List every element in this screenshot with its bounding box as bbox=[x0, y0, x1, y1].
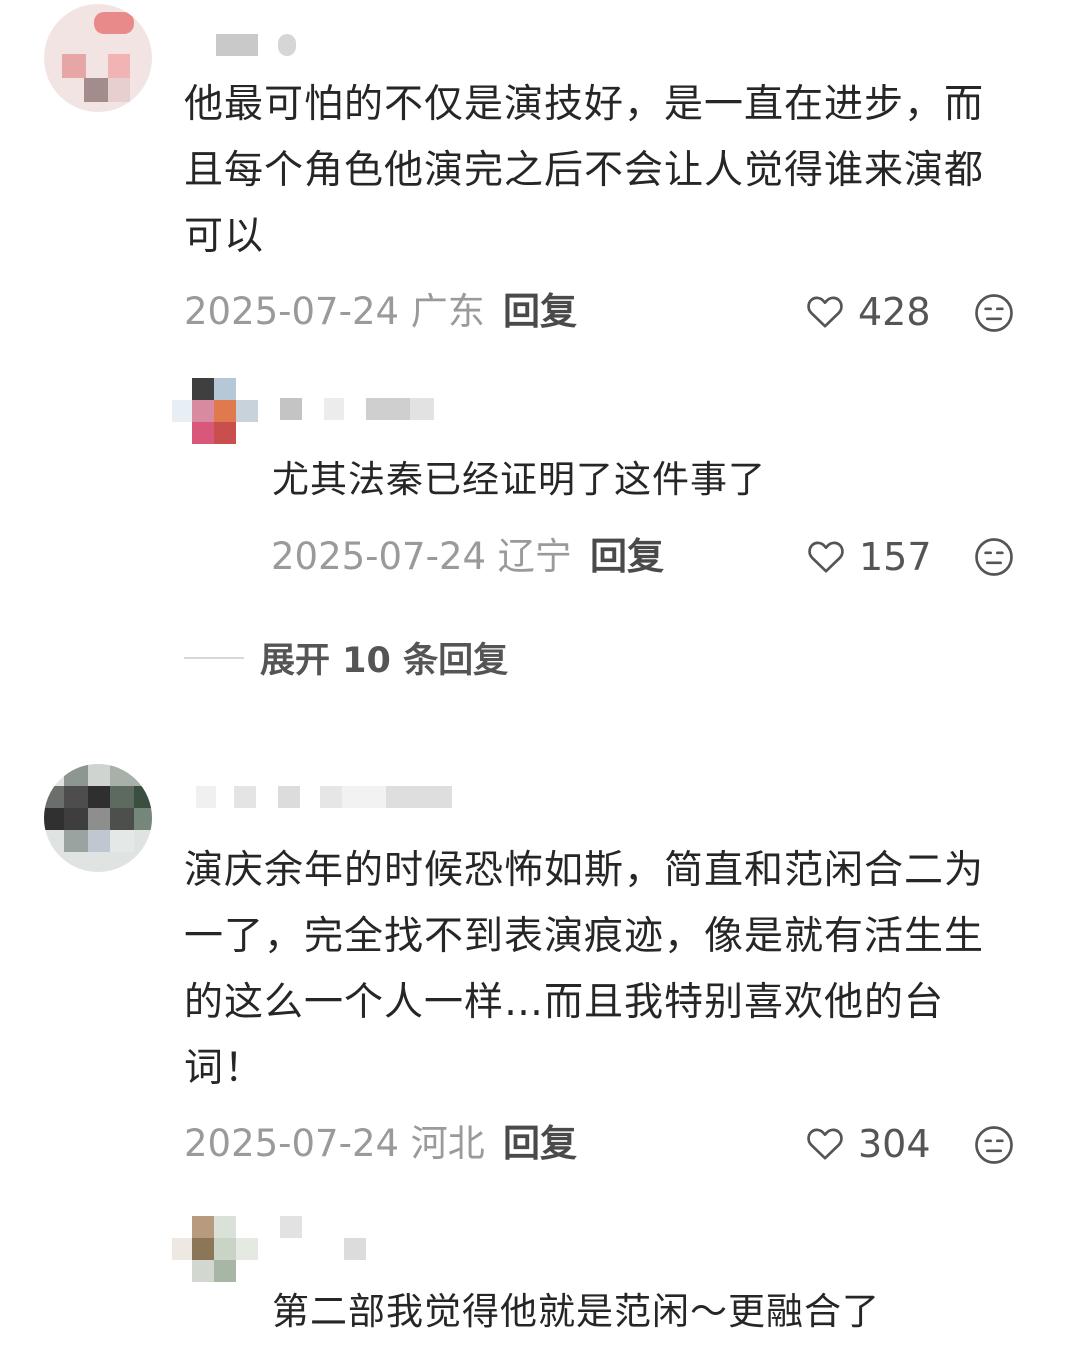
comment-location: 河北 bbox=[410, 1122, 485, 1165]
comment-text: 演庆余年的时候恐怖如斯，简直和范闲合二为 一了，完全找不到表演痕迹，像是就有活生… bbox=[184, 838, 984, 1102]
reply-avatar[interactable] bbox=[172, 1216, 258, 1282]
reply-username[interactable] bbox=[280, 1216, 302, 1238]
comment-location: 广东 bbox=[410, 290, 485, 333]
avatar[interactable] bbox=[44, 764, 152, 872]
meh-face-icon[interactable] bbox=[974, 293, 1014, 333]
reply-username[interactable] bbox=[280, 398, 434, 420]
reply-avatar[interactable] bbox=[172, 378, 258, 444]
expand-replies-button[interactable]: 展开 10 条回复 bbox=[184, 632, 508, 683]
comment-text-line: 词！ bbox=[184, 1046, 265, 1091]
meh-face-icon[interactable] bbox=[974, 537, 1014, 577]
like-button[interactable]: 157 bbox=[805, 535, 932, 579]
reply-meta: 2025-07-24 辽宁 bbox=[271, 535, 572, 579]
expand-replies-label: 展开 10 条回复 bbox=[260, 641, 509, 681]
like-count: 304 bbox=[858, 1122, 931, 1166]
heart-outline-icon bbox=[808, 541, 844, 573]
divider bbox=[184, 656, 244, 659]
reply-button[interactable]: 回复 bbox=[503, 290, 577, 334]
reply-text: 尤其法秦已经证明了这件事了 bbox=[272, 458, 766, 501]
like-count: 428 bbox=[858, 290, 931, 334]
comment-date: 2025-07-24 bbox=[184, 290, 400, 333]
comment-text-line: 一了，完全找不到表演痕迹，像是就有活生生 bbox=[184, 914, 985, 959]
like-button[interactable]: 304 bbox=[804, 1122, 931, 1166]
reply-text: 第二部我觉得他就是范闲～更融合了 bbox=[272, 1290, 880, 1333]
comment-text-line: 可以 bbox=[184, 214, 265, 259]
comment-text: 他最可怕的不仅是演技好，是一直在进步，而 且每个角色他演完之后不会让人觉得谁来演… bbox=[184, 72, 984, 270]
comment-text-line: 且每个角色他演完之后不会让人觉得谁来演都 bbox=[184, 148, 985, 193]
comment-text-line: 演庆余年的时候恐怖如斯，简直和范闲合二为 bbox=[184, 848, 985, 893]
avatar[interactable] bbox=[44, 4, 152, 112]
comment-meta: 2025-07-24 河北 bbox=[184, 1122, 485, 1166]
username[interactable] bbox=[216, 34, 296, 56]
username[interactable] bbox=[196, 786, 452, 808]
reply-location: 辽宁 bbox=[497, 535, 572, 578]
reply-button[interactable]: 回复 bbox=[590, 535, 664, 579]
heart-outline-icon bbox=[807, 1128, 843, 1160]
meh-face-icon[interactable] bbox=[974, 1125, 1014, 1165]
like-count: 157 bbox=[859, 535, 932, 579]
comment-meta: 2025-07-24 广东 bbox=[184, 290, 485, 334]
reply-button[interactable]: 回复 bbox=[503, 1122, 577, 1166]
heart-outline-icon bbox=[807, 296, 843, 328]
comment-date: 2025-07-24 bbox=[184, 1122, 400, 1165]
comment-text-line: 他最可怕的不仅是演技好，是一直在进步，而 bbox=[184, 82, 985, 127]
like-button[interactable]: 428 bbox=[804, 290, 931, 334]
comment-text-line: 的这么一个人一样…而且我特别喜欢他的台 bbox=[184, 980, 945, 1025]
reply-username-extra bbox=[344, 1238, 366, 1260]
reply-date: 2025-07-24 bbox=[271, 535, 487, 578]
